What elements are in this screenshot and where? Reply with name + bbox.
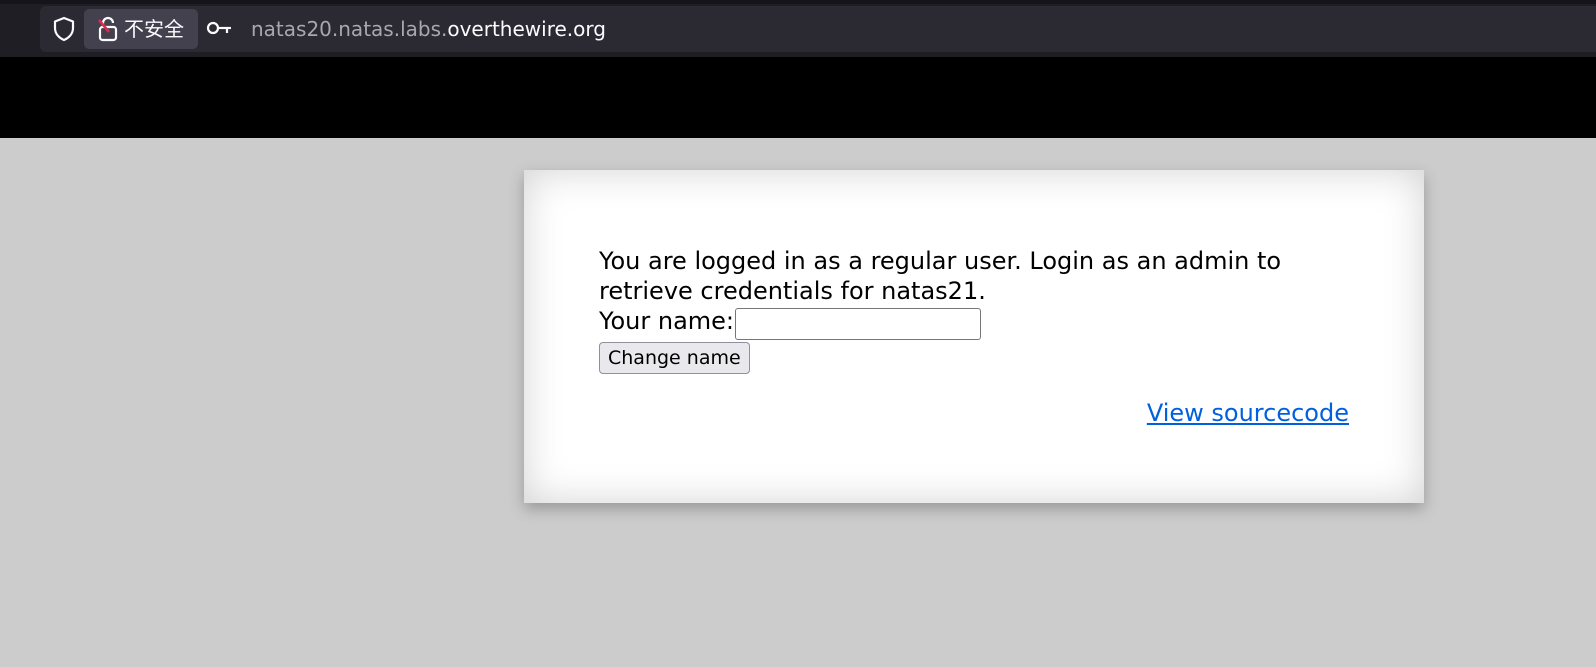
security-label: 不安全 <box>124 17 184 41</box>
address-bar[interactable]: 不安全 natas20.natas.labs.overthewire.org <box>40 6 1596 52</box>
change-name-button[interactable]: Change name <box>599 342 750 374</box>
url-host: overthewire.org <box>447 17 606 41</box>
key-icon[interactable] <box>206 18 232 38</box>
site-security-button[interactable]: 不安全 <box>84 9 198 49</box>
url-text[interactable]: natas20.natas.labs.overthewire.org <box>251 16 606 42</box>
view-sourcecode-link[interactable]: View sourcecode <box>1147 398 1349 428</box>
page-header-band <box>0 57 1596 138</box>
url-prefix: natas20.natas.labs. <box>251 17 448 41</box>
browser-toolbar: 不安全 natas20.natas.labs.overthewire.org <box>0 0 1596 57</box>
shield-icon[interactable] <box>52 16 76 42</box>
name-label: Your name: <box>599 307 735 335</box>
content-panel: You are logged in as a regular user. Log… <box>524 170 1424 503</box>
status-message: You are logged in as a regular user. Log… <box>599 247 1282 305</box>
insecure-lock-icon <box>98 16 118 42</box>
name-input[interactable] <box>735 308 981 340</box>
